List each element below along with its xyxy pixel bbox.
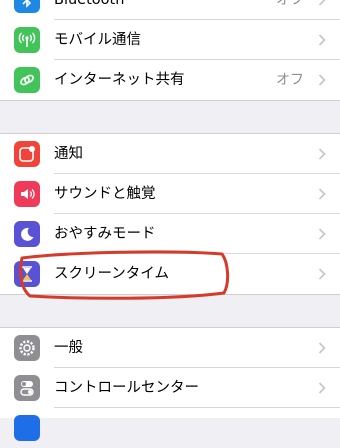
group-border bbox=[0, 100, 340, 101]
bluetooth-icon bbox=[14, 0, 40, 13]
settings-row-label: モバイル通信 bbox=[54, 32, 141, 48]
link-icon bbox=[14, 67, 40, 93]
chevron-right-icon bbox=[318, 148, 326, 160]
settings-row-next[interactable] bbox=[0, 408, 340, 448]
settings-row-control-center[interactable]: コントロールセンター bbox=[0, 368, 340, 408]
gear-icon bbox=[14, 335, 40, 361]
notification-icon bbox=[14, 141, 40, 167]
settings-row-label: おやすみモード bbox=[54, 226, 156, 242]
toggles-icon bbox=[14, 375, 40, 401]
settings-row-general[interactable]: 一般 bbox=[0, 328, 340, 368]
chevron-right-icon bbox=[318, 0, 326, 6]
moon-icon bbox=[14, 221, 40, 247]
settings-row-sounds[interactable]: サウンドと触覚 bbox=[0, 174, 340, 214]
settings-row-value: オフ bbox=[276, 0, 304, 8]
settings-row-mobile-data[interactable]: モバイル通信 bbox=[0, 20, 340, 60]
antenna-icon bbox=[14, 27, 40, 53]
settings-row-label: スクリーンタイム bbox=[54, 266, 169, 282]
notifications-group: 通知 サウンドと触覚 おやすみモード スクリーンタイム bbox=[0, 134, 340, 294]
hourglass-icon bbox=[14, 261, 40, 287]
chevron-right-icon bbox=[318, 342, 326, 354]
chevron-right-icon bbox=[318, 228, 326, 240]
settings-row-label: コントロールセンター bbox=[54, 380, 199, 396]
settings-row-label: サウンドと触覚 bbox=[54, 186, 156, 202]
settings-row-bluetooth[interactable]: Bluetooth オフ bbox=[0, 0, 340, 20]
chevron-right-icon bbox=[318, 74, 326, 86]
settings-row-label: インターネット共有 bbox=[54, 72, 185, 88]
settings-row-label: Bluetooth bbox=[54, 0, 125, 8]
settings-row-notifications[interactable]: 通知 bbox=[0, 134, 340, 174]
connectivity-group: Bluetooth オフ モバイル通信 インターネット共有 オフ bbox=[0, 0, 340, 100]
display-icon bbox=[14, 415, 40, 441]
chevron-right-icon bbox=[318, 34, 326, 46]
group-border bbox=[0, 294, 340, 295]
settings-row-hotspot[interactable]: インターネット共有 オフ bbox=[0, 60, 340, 100]
settings-row-label: 一般 bbox=[54, 340, 83, 356]
settings-row-label: 通知 bbox=[54, 146, 83, 162]
settings-row-screen-time[interactable]: スクリーンタイム bbox=[0, 254, 340, 294]
general-group: 一般 コントロールセンター bbox=[0, 328, 340, 441]
settings-row-do-not-disturb[interactable]: おやすみモード bbox=[0, 214, 340, 254]
chevron-right-icon bbox=[318, 268, 326, 280]
chevron-right-icon bbox=[318, 382, 326, 394]
speaker-icon bbox=[14, 181, 40, 207]
chevron-right-icon bbox=[318, 188, 326, 200]
settings-row-value: オフ bbox=[276, 72, 304, 88]
